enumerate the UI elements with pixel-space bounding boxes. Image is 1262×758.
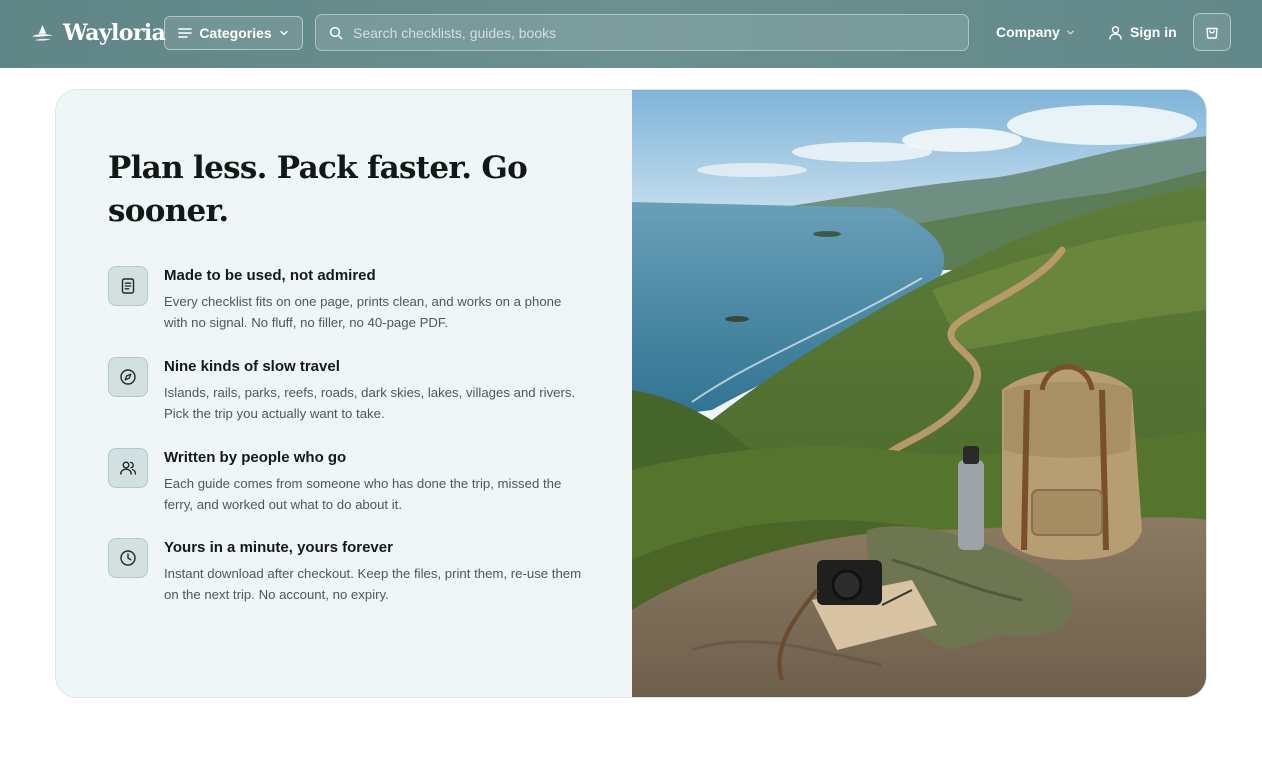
search-box — [315, 14, 969, 51]
sign-in-link[interactable]: Sign in — [1108, 22, 1177, 42]
categories-label: Categories — [199, 25, 272, 41]
feature-item: Nine kinds of slow travel Islands, rails… — [108, 357, 588, 437]
search-input[interactable] — [353, 24, 933, 41]
company-label: Company — [996, 24, 1060, 40]
users-icon — [120, 461, 137, 475]
feature-title: Written by people who go — [164, 449, 347, 466]
logo-mark-icon — [32, 25, 53, 41]
feature-badge — [108, 448, 148, 488]
chevron-down-icon — [279, 30, 288, 36]
logo-text: Wayloria — [63, 20, 166, 46]
menu-lines-icon — [178, 28, 193, 38]
feature-item: Made to be used, not admired Every check… — [108, 266, 588, 346]
clock-icon — [120, 550, 136, 566]
categories-button[interactable]: Categories — [164, 16, 303, 50]
feature-description: Islands, rails, parks, reefs, roads, dar… — [164, 385, 576, 421]
feature-description: Instant download after checkout. Keep th… — [164, 566, 582, 602]
sign-in-label: Sign in — [1130, 24, 1177, 40]
feature-badge — [108, 266, 148, 306]
compass-icon — [120, 369, 136, 385]
user-icon — [1109, 25, 1122, 40]
search-icon — [329, 26, 343, 39]
top-navigation-bar: Wayloria Categories Company Sign in — [0, 0, 1262, 68]
feature-description: Each guide comes from someone who has do… — [164, 476, 562, 512]
chevron-down-icon — [1067, 30, 1074, 34]
feature-badge — [108, 538, 148, 578]
company-menu[interactable]: Company — [996, 22, 1075, 42]
feature-title: Nine kinds of slow travel — [164, 358, 340, 375]
feature-badge — [108, 357, 148, 397]
feature-item: Yours in a minute, yours forever Instant… — [108, 538, 588, 618]
coastal-hike-photo — [632, 90, 1206, 697]
cart-button[interactable] — [1193, 13, 1231, 51]
hero-title: Plan less. Pack faster. Go sooner. — [108, 150, 528, 229]
feature-item: Written by people who go Each guide come… — [108, 448, 588, 528]
document-icon — [121, 278, 135, 294]
shopping-bag-icon — [1206, 27, 1218, 39]
hero-card: Plan less. Pack faster. Go sooner. Made … — [55, 89, 1207, 698]
hero-photo — [632, 90, 1206, 697]
hero-text-panel: Plan less. Pack faster. Go sooner. Made … — [56, 90, 632, 697]
feature-title: Yours in a minute, yours forever — [164, 539, 393, 556]
feature-description: Every checklist fits on one page, prints… — [164, 294, 562, 330]
brand-logo[interactable]: Wayloria — [30, 17, 166, 49]
feature-title: Made to be used, not admired — [164, 267, 376, 284]
